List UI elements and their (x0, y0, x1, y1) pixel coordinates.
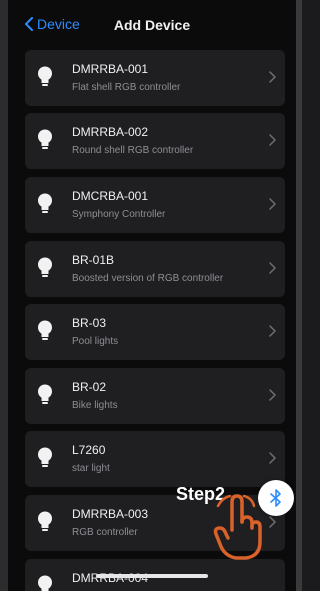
chevron-right-icon (269, 389, 276, 401)
device-row[interactable]: L7260 star light (25, 431, 285, 487)
device-name: L7260 (72, 443, 106, 457)
bulb-icon (38, 257, 52, 277)
pointing-hand-icon (213, 494, 262, 560)
bulb-icon (38, 447, 52, 467)
bulb-icon (38, 511, 52, 531)
device-description: Flat shell RGB controller (72, 82, 181, 93)
bulb-icon (38, 66, 52, 86)
device-description: star light (72, 463, 110, 474)
chevron-right-icon (269, 452, 276, 464)
device-name: DMRRBA-001 (72, 62, 149, 76)
bulb-icon (38, 575, 52, 591)
device-row[interactable]: DMRRBA-001 Flat shell RGB controller (25, 50, 285, 106)
chevron-right-icon (269, 134, 276, 146)
bulb-icon (38, 129, 52, 149)
device-name: DMCRBA-001 (72, 189, 149, 203)
device-name: DMRRBA-003 (72, 507, 149, 521)
device-name: BR-02 (72, 380, 107, 394)
bulb-icon (38, 193, 52, 213)
chevron-right-icon (269, 516, 276, 528)
bluetooth-icon (270, 489, 281, 507)
bulb-icon (38, 320, 52, 340)
screen: Device Add Device DMRRBA-001 Flat shell … (8, 0, 296, 591)
chevron-right-icon (269, 71, 276, 83)
device-name: BR-03 (72, 316, 107, 330)
device-row[interactable]: DMCRBA-001 Symphony Controller (25, 177, 285, 233)
chevron-right-icon (269, 325, 276, 337)
page-title: Add Device (113, 17, 191, 33)
device-description: Pool lights (72, 336, 119, 347)
device-row[interactable]: DMRRBA-002 Round shell RGB controller (25, 113, 285, 169)
device-name: DMRRBA-002 (72, 125, 149, 139)
home-indicator (96, 574, 208, 578)
nav-bar: Device Add Device (8, 0, 296, 50)
device-description: Symphony Controller (72, 209, 166, 220)
bulb-icon (38, 384, 52, 404)
chevron-right-icon (269, 198, 276, 210)
chevron-right-icon (269, 262, 276, 274)
device-row[interactable]: BR-03 Pool lights (25, 304, 285, 360)
device-description: Boosted version of RGB controller (72, 273, 224, 284)
device-name: BR-01B (72, 253, 115, 267)
device-description: Round shell RGB controller (72, 145, 194, 156)
device-description: RGB controller (72, 527, 138, 538)
device-row[interactable]: BR-01B Boosted version of RGB controller (25, 241, 285, 297)
device-row[interactable]: BR-02 Bike lights (25, 368, 285, 424)
device-description: Bike lights (72, 400, 118, 411)
